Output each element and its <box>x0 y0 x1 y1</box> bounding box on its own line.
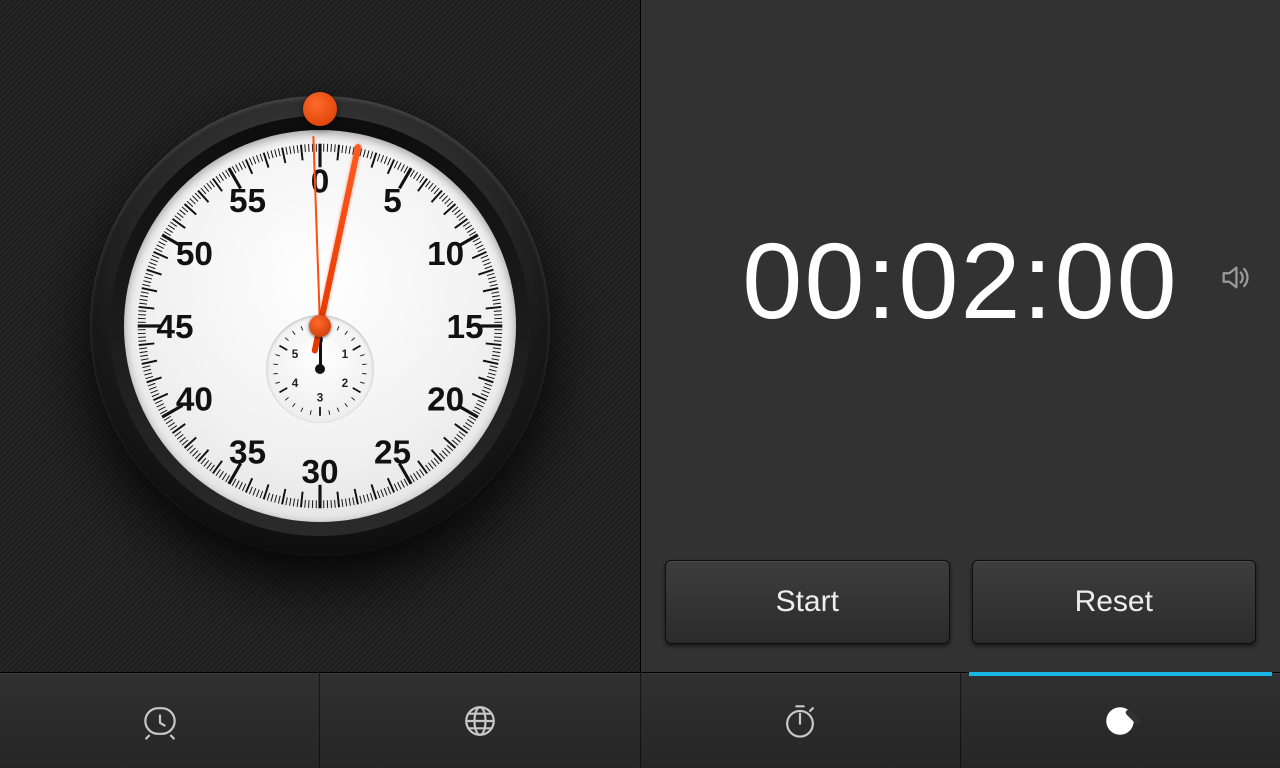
svg-text:55: 55 <box>229 183 266 220</box>
svg-text:10: 10 <box>427 236 464 273</box>
svg-text:2: 2 <box>342 377 349 390</box>
svg-text:15: 15 <box>447 309 484 346</box>
tab-bar <box>0 672 1280 768</box>
svg-text:3: 3 <box>317 392 324 405</box>
globe-icon <box>458 699 502 743</box>
svg-text:50: 50 <box>176 236 213 273</box>
svg-text:45: 45 <box>156 309 193 346</box>
reset-button[interactable]: Reset <box>972 560 1257 644</box>
sound-icon[interactable] <box>1218 261 1252 300</box>
svg-text:5: 5 <box>292 348 299 361</box>
tab-alarm[interactable] <box>0 673 320 768</box>
tab-timer[interactable] <box>961 673 1280 768</box>
timer-display[interactable]: 00:02:00 <box>742 218 1178 343</box>
svg-text:30: 30 <box>301 454 338 491</box>
stopwatch-panel: 0510152025303540455055 012345 <box>0 0 640 672</box>
alarm-clock-icon <box>138 699 182 743</box>
stopwatch-dial[interactable]: 0510152025303540455055 012345 <box>90 96 550 556</box>
svg-text:1: 1 <box>342 348 349 361</box>
tab-world-clock[interactable] <box>320 673 640 768</box>
svg-text:4: 4 <box>292 377 299 390</box>
svg-text:20: 20 <box>427 381 464 418</box>
svg-text:35: 35 <box>229 434 266 471</box>
timer-panel: 00:02:00 Start Reset <box>640 0 1280 672</box>
tab-stopwatch[interactable] <box>641 673 961 768</box>
timer-wand-icon <box>1098 699 1142 743</box>
start-button[interactable]: Start <box>665 560 950 644</box>
dial-pivot <box>309 315 331 337</box>
stopwatch-icon <box>778 699 822 743</box>
stopwatch-crown[interactable] <box>303 92 337 126</box>
svg-text:25: 25 <box>374 434 411 471</box>
svg-text:5: 5 <box>383 183 402 220</box>
svg-text:40: 40 <box>176 381 213 418</box>
